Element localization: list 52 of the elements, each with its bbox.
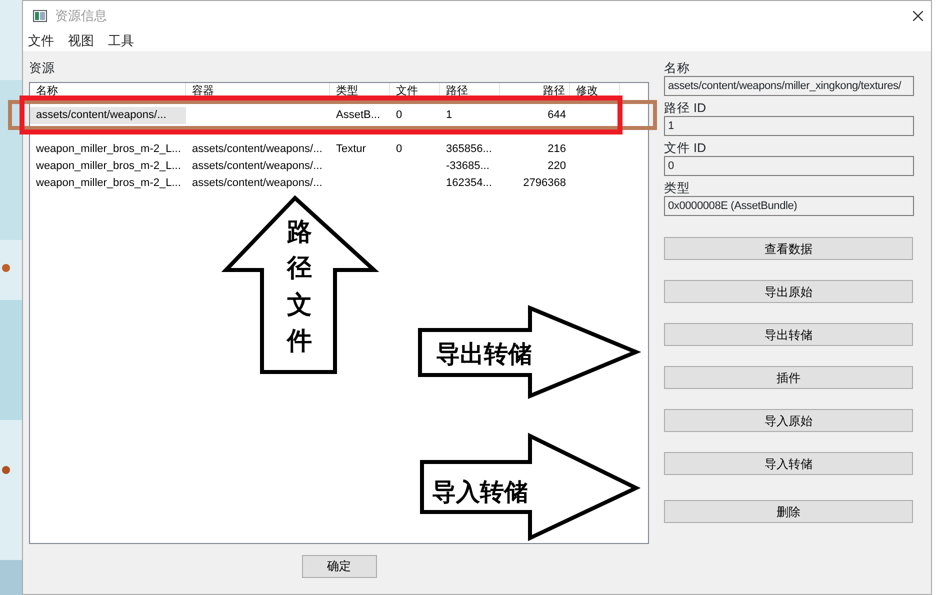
close-icon[interactable] — [913, 11, 923, 21]
action-button[interactable]: 导出转储 — [664, 323, 913, 346]
table-cell-text: 216 — [546, 142, 567, 157]
table-cell-text: 220 — [546, 159, 567, 174]
field-label: 类型 — [664, 181, 691, 196]
table-cell-text: 644 — [546, 108, 567, 123]
menu-item[interactable]: 视图 — [68, 31, 94, 51]
menu-item[interactable]: 文件 — [28, 31, 54, 51]
table-cell-text: assets/content/weapons/... — [191, 159, 324, 174]
column-header[interactable]: 路径 — [500, 82, 570, 100]
action-button[interactable]: 查看数据 — [664, 237, 913, 260]
table-cell-text: assets/content/weapons/... — [191, 142, 324, 157]
field-label: 文件 ID — [664, 141, 707, 156]
text-field[interactable]: 1 — [664, 116, 914, 136]
action-button[interactable]: 导出原始 — [664, 280, 913, 303]
table-cell-text: weapon_miller_bros_m-2_L... — [35, 159, 182, 174]
table-cell-text: Textur — [335, 142, 367, 157]
action-button[interactable]: 导入原始 — [664, 409, 913, 432]
table-cell-text: 0 — [395, 142, 404, 157]
action-button[interactable]: 插件 — [664, 366, 913, 389]
column-header[interactable]: 容器 — [186, 82, 330, 100]
table-cell-text: weapon_miller_bros_m-2_L... — [35, 176, 182, 191]
column-header[interactable]: 名称 — [30, 82, 186, 100]
window-title: 资源信息 — [55, 7, 107, 26]
menu-item[interactable]: 工具 — [108, 31, 134, 51]
column-header[interactable]: 修改 — [570, 82, 620, 100]
app-icon — [33, 10, 47, 22]
table-cell-text: AssetB... — [335, 108, 382, 123]
table-cell-text: 365856... — [445, 142, 493, 157]
column-header[interactable]: 文件 — [390, 82, 440, 100]
table-cell-text: -33685... — [445, 159, 490, 174]
annotation-text: 导出转储 — [436, 340, 532, 370]
annotation-text: 路径文件 — [287, 217, 312, 357]
text-field[interactable]: assets/content/weapons/miller_xingkong/textures/ — [664, 76, 914, 96]
table-cell-text: 1 — [445, 108, 454, 123]
table-cell-text: assets/content/weapons/... — [191, 176, 324, 191]
table-cell: assets/content/weapons/... — [30, 106, 186, 124]
action-button[interactable]: 删除 — [664, 500, 913, 523]
field-label: 路径 ID — [664, 101, 707, 116]
table-cell-text: 2796368 — [522, 176, 567, 191]
column-header[interactable]: 类型 — [330, 82, 390, 100]
group-label: 资源 — [29, 60, 56, 77]
field-label: 名称 — [664, 61, 691, 76]
action-button[interactable]: 导入转储 — [664, 452, 913, 475]
annotation-text: 导入转储 — [432, 478, 528, 508]
column-header[interactable]: 路径 — [440, 82, 500, 100]
table-cell-text: 162354... — [445, 176, 493, 191]
table-cell-text: 0 — [395, 108, 404, 123]
table-cell-text: weapon_miller_bros_m-2_L... — [35, 142, 182, 157]
text-field[interactable]: 0 — [664, 156, 914, 176]
ok-button[interactable]: 确定 — [302, 554, 376, 578]
text-field[interactable]: 0x0000008E (AssetBundle) — [664, 196, 914, 216]
